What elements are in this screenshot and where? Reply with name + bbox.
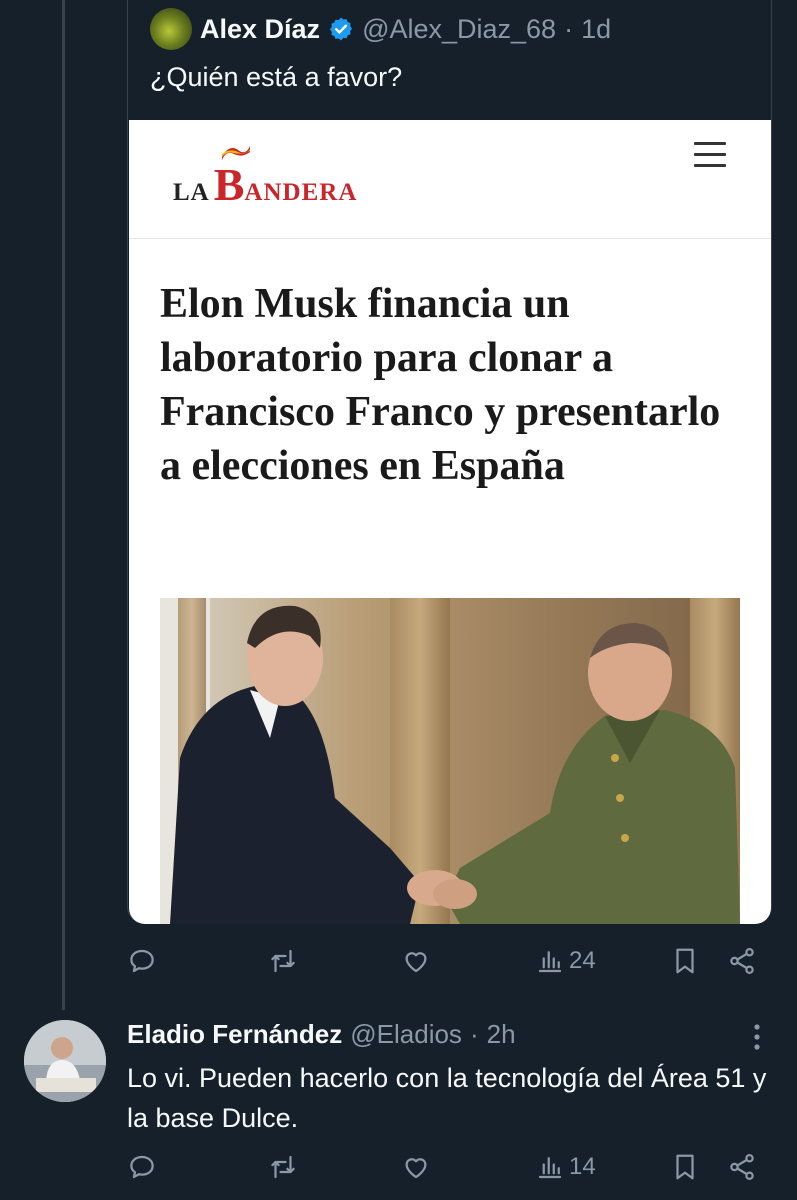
like-button[interactable]: [401, 946, 431, 976]
views-count: 24: [569, 947, 596, 974]
like-icon: [405, 952, 427, 973]
reply-icon: [130, 949, 154, 973]
reply-button[interactable]: [127, 1152, 157, 1182]
views-button[interactable]: 24: [535, 946, 596, 976]
like-button[interactable]: [401, 1152, 431, 1182]
bookmark-button[interactable]: [670, 1152, 700, 1182]
reply-icon: [130, 1155, 154, 1179]
bookmark-icon: [676, 948, 694, 974]
share-button[interactable]: [727, 1152, 757, 1182]
author-name[interactable]: Eladio Fernández: [127, 1019, 342, 1050]
menu-icon: [694, 142, 726, 168]
reply-header: Eladio Fernández @Eladios · 2h: [127, 1014, 516, 1054]
separator-dot: ·: [564, 13, 574, 44]
tweet-time[interactable]: 2h: [487, 1019, 516, 1050]
article-headline: Elon Musk financia un laboratorio para c…: [160, 281, 721, 489]
retweet-icon: [271, 949, 295, 973]
article-screenshot[interactable]: LA B ANDERA Elon Musk financia un labora…: [129, 120, 771, 924]
quoted-tweet-actions: 24: [125, 946, 765, 982]
views-icon: [538, 951, 562, 973]
reply-button[interactable]: [127, 946, 157, 976]
quoted-tweet-text: ¿Quién está a favor?: [150, 62, 403, 92]
logo-rest: ANDERA: [244, 179, 358, 206]
separator-dot: ·: [469, 1018, 479, 1049]
publication-logo: LA B ANDERA: [173, 146, 358, 211]
views-icon: [538, 1157, 562, 1179]
share-icon: [730, 1154, 754, 1180]
author-handle[interactable]: @Eladios: [350, 1019, 462, 1050]
logo-la: LA: [173, 179, 210, 206]
like-icon: [405, 1158, 427, 1179]
share-button[interactable]: [727, 946, 757, 976]
quoted-tweet-header: Alex Díaz @Alex_Diaz_68 · 1d: [150, 8, 611, 50]
share-icon: [730, 948, 754, 974]
author-name[interactable]: Alex Díaz: [200, 14, 320, 45]
flag-icon: [221, 146, 250, 160]
views-button[interactable]: 14: [535, 1152, 596, 1182]
article-photo: [160, 598, 740, 924]
tweet-time[interactable]: 1d: [581, 14, 611, 45]
more-icon[interactable]: [752, 1022, 762, 1052]
avatar[interactable]: [24, 1020, 106, 1102]
reply-text: Lo vi. Pueden hacerlo con la tecnología …: [127, 1063, 767, 1133]
avatar[interactable]: [150, 8, 192, 50]
handshake-photo: [160, 598, 740, 924]
retweet-button[interactable]: [268, 1152, 298, 1182]
views-count: 14: [569, 1153, 596, 1180]
logo-b: B: [214, 146, 250, 211]
article-masthead: LA B ANDERA: [129, 120, 771, 239]
retweet-icon: [271, 1155, 295, 1179]
bookmark-button[interactable]: [670, 946, 700, 976]
verified-badge-icon: [330, 17, 353, 41]
thread-connector-line: [62, 0, 65, 1010]
author-handle[interactable]: @Alex_Diaz_68: [362, 14, 556, 45]
reply-actions: 14: [125, 1152, 765, 1188]
bookmark-icon: [676, 1154, 694, 1180]
retweet-button[interactable]: [268, 946, 298, 976]
